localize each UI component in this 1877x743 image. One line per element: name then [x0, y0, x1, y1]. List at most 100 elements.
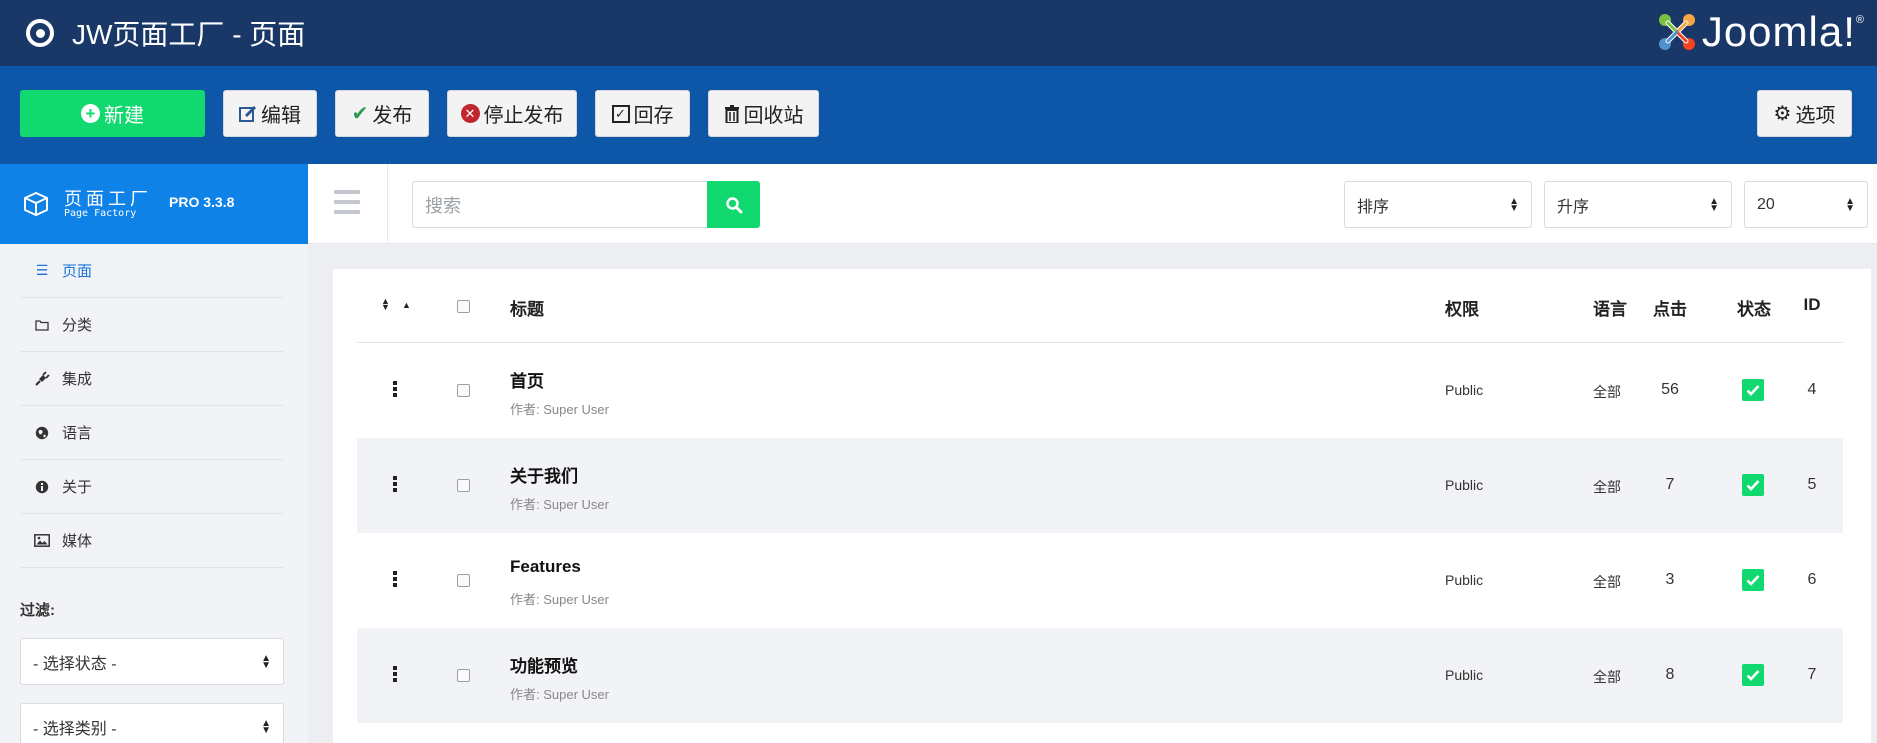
ordering-asc-icon: ▲	[402, 300, 411, 310]
info-icon	[35, 480, 49, 493]
drag-handle-icon[interactable]	[393, 381, 397, 397]
page-author: 作者: Super User	[510, 402, 609, 417]
row-checkbox[interactable]	[457, 669, 470, 682]
joomla-wordmark: Joomla!	[1701, 8, 1856, 55]
ordering-sort-icon[interactable]: ▲ ▼	[381, 297, 390, 312]
page-id: 6	[1807, 571, 1817, 588]
page-title-link[interactable]: Features	[510, 557, 581, 577]
sidebar-item-languages[interactable]: 语言	[20, 406, 284, 460]
row-checkbox[interactable]	[457, 384, 470, 397]
search-icon	[725, 196, 742, 213]
sidebar-item-label: 页面	[62, 263, 93, 280]
published-toggle[interactable]	[1742, 664, 1764, 686]
sort-caret-icon: ▲ ▼	[261, 717, 271, 736]
sidebar-toggle-icon[interactable]	[334, 190, 360, 214]
page-language: 全部	[1593, 574, 1621, 590]
sidebar-item-categories[interactable]: 分类	[20, 298, 284, 352]
search-input[interactable]: 搜索	[412, 181, 707, 228]
brand-name-cn: 页面工厂	[64, 188, 152, 209]
admin-menu-icon[interactable]	[26, 19, 54, 47]
page-hits: 8	[1665, 666, 1675, 683]
plus-circle-icon: +	[81, 104, 100, 123]
pages-table: ▲ ▼ ▲ 标题 权限 语言 点击 状态 ID 首页 作者: Super User…	[333, 269, 1871, 743]
page-id: 4	[1807, 381, 1817, 398]
category-filter-value: - 选择类别 -	[33, 720, 117, 738]
new-button[interactable]: + 新建	[20, 90, 205, 137]
check-icon	[1746, 480, 1760, 491]
check-icon: ✔	[351, 103, 369, 125]
column-id[interactable]: ID	[1797, 295, 1827, 315]
drag-handle-icon[interactable]	[393, 666, 397, 682]
check-icon	[1746, 670, 1760, 681]
row-checkbox[interactable]	[457, 479, 470, 492]
edit-icon	[239, 105, 257, 122]
order-by-select[interactable]: 排序 ▲ ▼	[1344, 181, 1532, 228]
registered-mark: ®	[1855, 14, 1864, 26]
published-toggle[interactable]	[1742, 379, 1764, 401]
sort-caret-icon: ▲ ▼	[261, 652, 271, 671]
brand-name-en: Page Factory	[64, 207, 137, 219]
sidebar-item-label: 集成	[62, 371, 93, 388]
sidebar-item-about[interactable]: 关于	[20, 460, 284, 514]
page-access: Public	[1445, 477, 1484, 493]
sidebar-item-label: 分类	[62, 317, 93, 334]
limit-select[interactable]: 20 ▲ ▼	[1744, 181, 1868, 228]
category-filter-select[interactable]: - 选择类别 - ▲ ▼	[20, 703, 284, 743]
select-all-checkbox[interactable]	[457, 300, 470, 313]
joomla-logo[interactable]: Joomla! ®	[1656, 8, 1864, 56]
search-placeholder: 搜索	[425, 195, 461, 216]
drag-handle-icon[interactable]	[393, 476, 397, 492]
gear-icon: ⚙	[1773, 103, 1792, 125]
publish-button-label: 发布	[372, 105, 413, 127]
pagefactory-brand[interactable]: 页面工厂 Page Factory PRO 3.3.8	[0, 164, 308, 244]
page-title-link[interactable]: 关于我们	[510, 462, 578, 487]
sort-caret-icon: ▲ ▼	[1709, 195, 1719, 214]
trash-icon	[724, 104, 739, 123]
page-access: Public	[1445, 667, 1484, 683]
page-title-link[interactable]: 功能预览	[510, 652, 578, 677]
published-toggle[interactable]	[1742, 474, 1764, 496]
column-status[interactable]: 状态	[1737, 295, 1771, 320]
search-button[interactable]	[707, 181, 760, 228]
plug-icon	[35, 370, 50, 386]
column-title[interactable]: 标题	[510, 295, 544, 320]
unpublish-button[interactable]: ✕ 停止发布	[447, 90, 577, 137]
search-toolbar: 搜索 排序 ▲ ▼ 升序 ▲ ▼ 20 ▲ ▼	[308, 164, 1877, 244]
options-button[interactable]: ⚙ 选项	[1757, 90, 1852, 137]
direction-select[interactable]: 升序 ▲ ▼	[1544, 181, 1732, 228]
page-hits: 3	[1665, 571, 1675, 588]
image-icon	[34, 534, 50, 547]
column-language[interactable]: 语言	[1593, 295, 1627, 320]
publish-button[interactable]: ✔ 发布	[335, 90, 429, 137]
limit-value: 20	[1757, 195, 1775, 213]
edit-button[interactable]: 编辑	[223, 90, 317, 137]
unpublish-button-label: 停止发布	[483, 105, 564, 127]
table-row: 首页 作者: Super User Public 全部 56 4	[357, 343, 1843, 438]
sidebar-item-integrations[interactable]: 集成	[20, 352, 284, 406]
page-hits: 56	[1661, 381, 1679, 398]
trash-button[interactable]: 回收站	[708, 90, 819, 137]
sidebar-item-media[interactable]: 媒体	[20, 514, 284, 568]
row-checkbox[interactable]	[457, 574, 470, 587]
folder-icon	[35, 319, 49, 331]
joomla-emblem-icon	[1658, 14, 1695, 50]
drag-handle-icon[interactable]	[393, 571, 397, 587]
sort-caret-icon: ▲ ▼	[1509, 195, 1519, 214]
list-icon: ☰	[35, 262, 49, 278]
toolbar: + 新建 编辑 ✔ 发布 ✕ 停止发布 ✓ 回存 回收站 ⚙ 选项	[0, 66, 1877, 164]
page-id: 5	[1807, 476, 1817, 493]
column-access[interactable]: 权限	[1445, 295, 1479, 320]
brand-text: 页面工厂 Page Factory	[64, 190, 152, 219]
sidebar-item-pages[interactable]: ☰ 页面	[20, 244, 284, 298]
page-access: Public	[1445, 572, 1484, 588]
checkbox-icon: ✓	[611, 104, 630, 123]
column-hits[interactable]: 点击	[1640, 295, 1700, 320]
archive-button[interactable]: ✓ 回存	[595, 90, 690, 137]
page-title-link[interactable]: 首页	[510, 367, 544, 392]
status-filter-select[interactable]: - 选择状态 - ▲ ▼	[20, 638, 284, 685]
direction-value: 升序	[1557, 198, 1590, 216]
page-hits: 7	[1665, 476, 1675, 493]
published-toggle[interactable]	[1742, 569, 1764, 591]
sidebar-item-label: 语言	[62, 425, 93, 442]
page-author: 作者: Super User	[510, 497, 609, 512]
